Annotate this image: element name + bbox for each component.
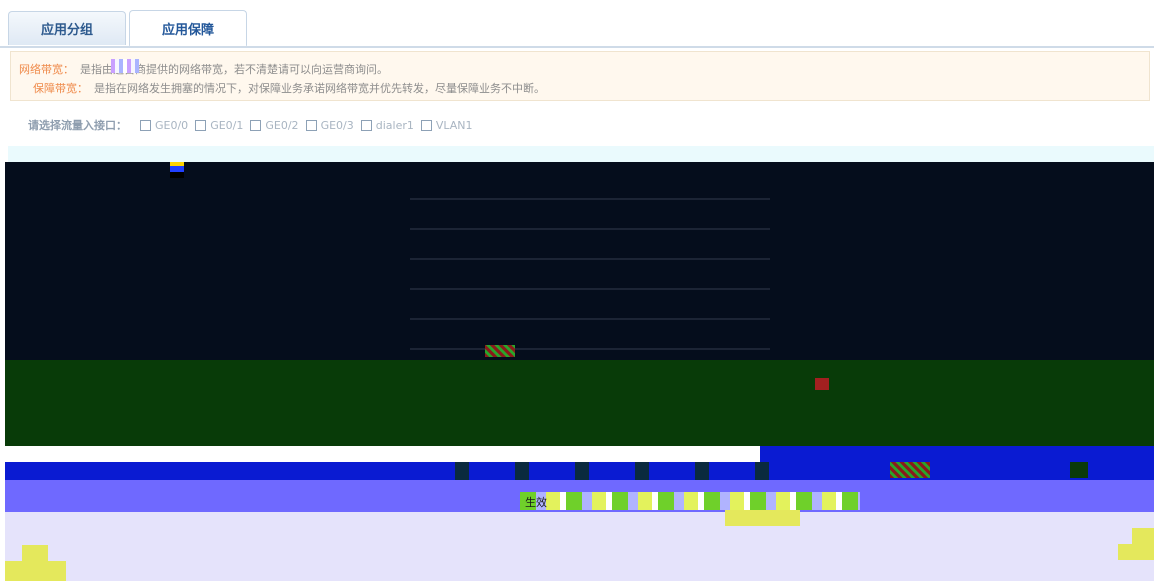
- artifact-dark-columns: [455, 462, 785, 480]
- notice-line-network-bandwidth: 网络带宽： 是指由运营商提供的网络带宽，若不清楚请可以向运营商询问。: [19, 61, 388, 77]
- checkbox-dialer1[interactable]: [360, 119, 372, 131]
- tab-app-guarantee-label: 应用保障: [161, 22, 214, 38]
- artifact-green-region: [5, 360, 1154, 446]
- option-vlan1-label: VLAN1: [435, 118, 473, 132]
- notice-line-guarantee-bandwidth: 保障带宽： 是指在网络发生拥塞的情况下，对保障业务承诺网络带宽并优先转发，尽量保…: [33, 80, 545, 96]
- artifact-cursor-block: [170, 162, 184, 178]
- tab-app-group[interactable]: 应用分组: [8, 11, 126, 45]
- artifact-cyan-band: [8, 146, 1154, 162]
- option-ge0-2-label: GE0/2: [265, 118, 299, 132]
- tab-divider: [0, 46, 1154, 48]
- artifact-yellow-right-top: [1132, 528, 1154, 544]
- info-notice: 网络带宽： 是指由运营商提供的网络带宽，若不清楚请可以向运营商询问。 保障带宽：…: [10, 51, 1150, 101]
- option-ge0-3-label: GE0/3: [320, 118, 354, 132]
- interface-selector: 请选择流量入接口： GE0/0 GE0/1 GE0/2 GE0/3 dialer…: [28, 115, 473, 135]
- tab-app-guarantee[interactable]: 应用保障: [129, 10, 247, 47]
- status-text: 生效: [525, 496, 547, 509]
- checkbox-ge0-0[interactable]: [140, 119, 151, 131]
- artifact-noise-b: [815, 378, 829, 390]
- artifact-blue-step: [760, 446, 1154, 462]
- artifact-yellow-left-top: [22, 545, 48, 561]
- checkbox-ge0-1[interactable]: [195, 119, 207, 131]
- checkbox-ge0-3[interactable]: [305, 119, 317, 131]
- mosaic-artifact: [111, 59, 139, 73]
- tab-app-group-label: 应用分组: [40, 23, 93, 38]
- artifact-yellow-strip: [725, 510, 800, 526]
- option-ge0-1-label: GE0/1: [210, 118, 244, 132]
- artifact-lavender-band: [5, 512, 1154, 581]
- artifact-dark-block: [1070, 462, 1088, 478]
- artifact-yellow-right-bottom: [1118, 544, 1154, 560]
- interface-selector-label: 请选择流量入接口：: [28, 119, 127, 132]
- tab-bar: 应用分组 应用保障: [0, 0, 1154, 48]
- artifact-yellow-left-bottom: [5, 561, 66, 581]
- notice-network-bandwidth-key: 网络带宽：: [19, 63, 74, 76]
- option-dialer1-label: dialer1: [375, 118, 414, 132]
- checkbox-vlan1[interactable]: [420, 119, 432, 131]
- artifact-color-strip: [520, 492, 860, 510]
- notice-guarantee-bandwidth-key: 保障带宽：: [33, 82, 88, 95]
- checkbox-ge0-2[interactable]: [250, 119, 262, 131]
- artifact-noise-c: [890, 462, 930, 478]
- option-ge0-0-label: GE0/0: [155, 118, 189, 132]
- app-root: 应用分组 应用保障 网络带宽： 是指由运营商提供的网络带宽，若不清楚请可以向运营…: [0, 0, 1154, 581]
- notice-guarantee-bandwidth-desc: 是指在网络发生拥塞的情况下，对保障业务承诺网络带宽并优先转发，尽量保障业务不中断…: [94, 82, 545, 95]
- artifact-noise-a: [485, 345, 515, 357]
